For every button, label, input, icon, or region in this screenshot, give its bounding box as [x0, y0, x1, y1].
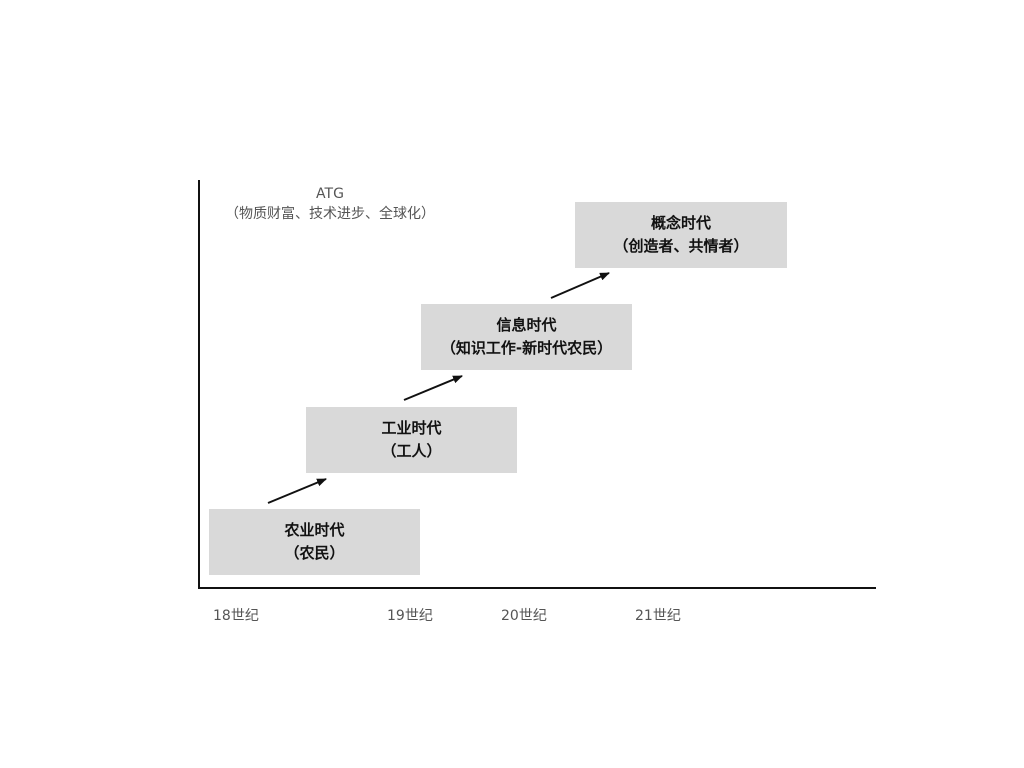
era-box-agricultural: 农业时代 （农民） [209, 509, 420, 575]
era-box-information: 信息时代 （知识工作-新时代农民） [421, 304, 632, 370]
axis-note: ATG （物质财富、技术进步、全球化） [205, 184, 455, 224]
century-label-19: 19世纪 [387, 608, 433, 624]
century-label-18: 18世纪 [213, 608, 259, 624]
era-role: （农民） [284, 544, 345, 562]
era-box-conceptual: 概念时代 （创造者、共情者） [575, 202, 787, 268]
century-label-20: 20世纪 [501, 608, 547, 624]
era-role: （创造者、共情者） [613, 237, 749, 255]
era-role: （知识工作-新时代农民） [440, 339, 613, 357]
axis-note-detail: （物质财富、技术进步、全球化） [225, 206, 435, 222]
axis-note-title: ATG [316, 186, 344, 202]
horizontal-axis [198, 587, 876, 589]
era-role: （工人） [381, 442, 442, 460]
era-name: 概念时代 [650, 214, 711, 232]
arrow-industrial-to-information [403, 375, 463, 401]
era-name: 工业时代 [381, 419, 442, 437]
era-name: 信息时代 [496, 316, 557, 334]
arrow-agri-to-industrial [267, 478, 327, 504]
progression-arrows [267, 272, 610, 504]
century-label-21: 21世纪 [635, 608, 681, 624]
vertical-axis [198, 180, 200, 589]
arrow-information-to-conceptual [550, 272, 610, 299]
era-box-industrial: 工业时代 （工人） [306, 407, 517, 473]
era-name: 农业时代 [284, 521, 345, 539]
